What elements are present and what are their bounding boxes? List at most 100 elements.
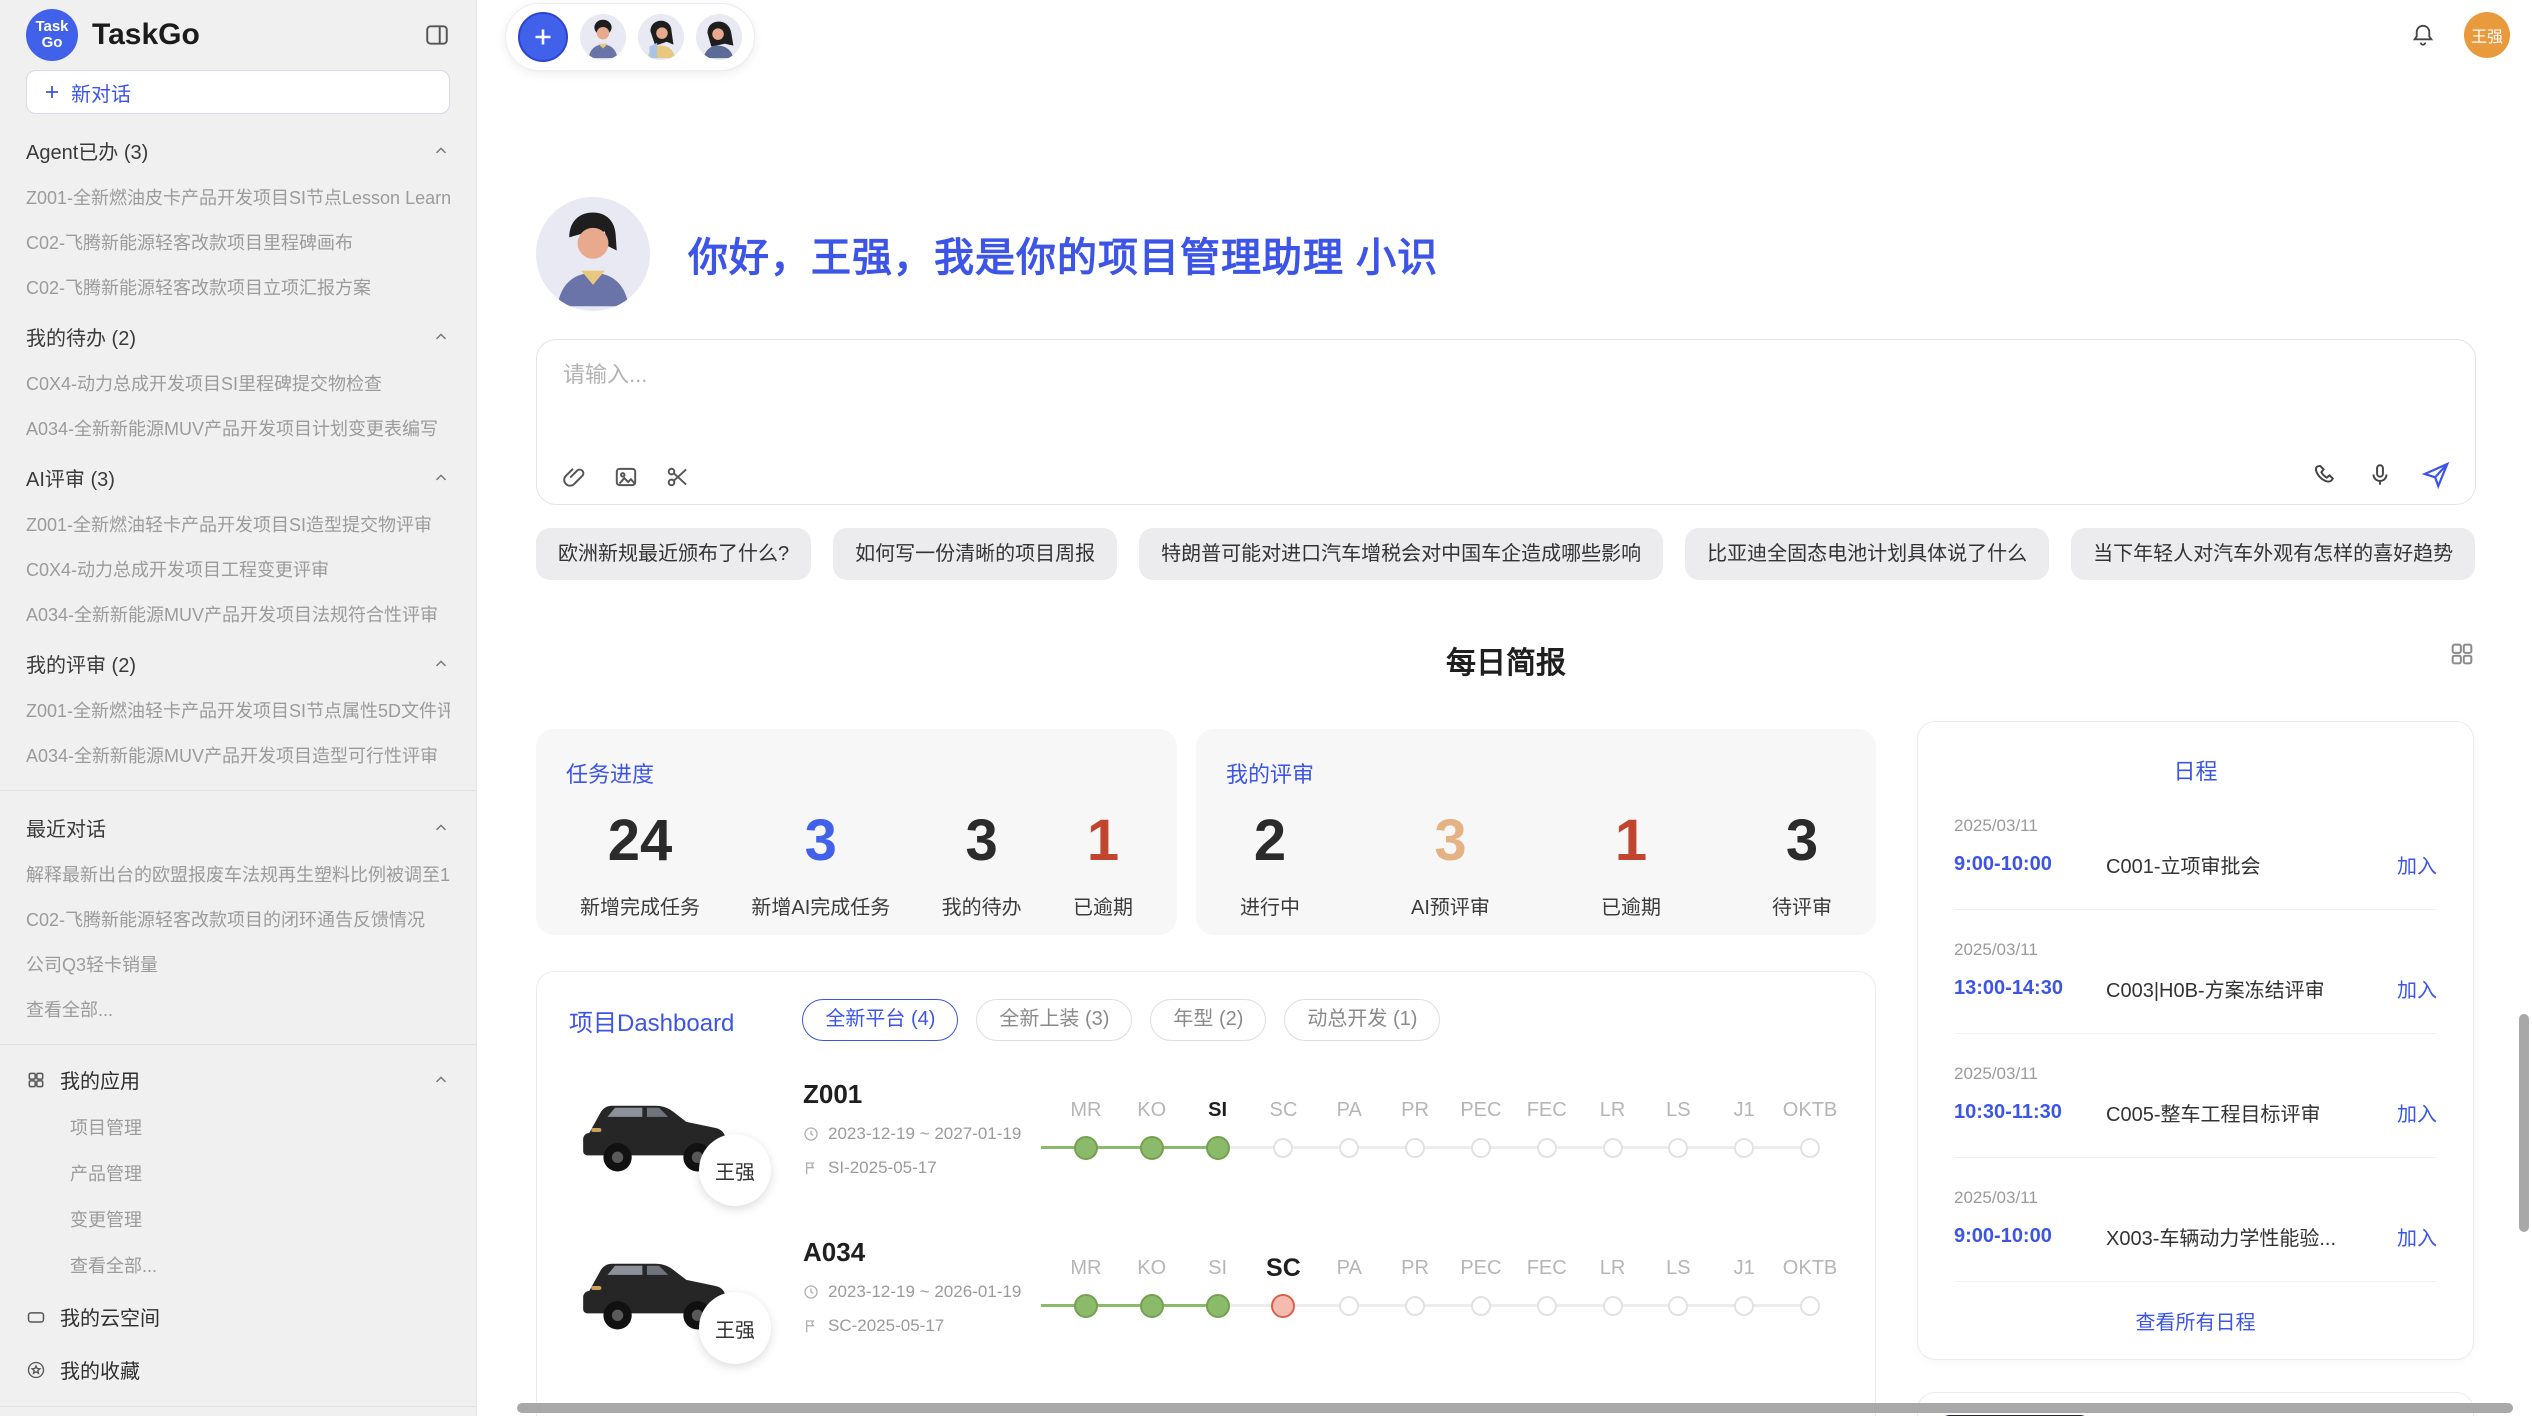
project-row-a034[interactable]: 王强 A034 2023-12-19 ~ 2026-01-19	[569, 1220, 1843, 1352]
add-agent-button[interactable]	[518, 12, 568, 62]
vertical-scrollbar[interactable]	[2519, 1014, 2529, 1232]
milestone-dot	[1537, 1296, 1557, 1316]
schedule-item: 2025/03/11 9:00-10:00 C001-立项审批会 加入	[1954, 786, 2437, 910]
chat-input[interactable]	[563, 362, 1920, 388]
sidebar-item[interactable]: C02-飞腾新能源轻客改款项目里程碑画布	[26, 229, 450, 255]
scissors-icon[interactable]	[665, 464, 691, 490]
milestone-node: FEC	[1514, 1096, 1580, 1160]
daily-briefing-header: 每日简报	[536, 638, 2476, 676]
filter-all-new-platform[interactable]: 全新平台 (4)	[802, 999, 958, 1041]
dashboard-header: 项目Dashboard 全新平台 (4) 全新上装 (3) 年型 (2) 动总开…	[569, 998, 1843, 1042]
sidebar-item[interactable]: C0X4-动力总成开发项目工程变更评审	[26, 556, 450, 582]
section-my-todo[interactable]: 我的待办 (2)	[26, 322, 450, 351]
join-meeting-link[interactable]: 加入	[2397, 1098, 2437, 1127]
briefing-row: 任务进度 24 新增完成任务 3 新增AI完成任务	[536, 721, 2476, 1416]
collapse-sidebar-icon[interactable]	[424, 22, 450, 48]
recent-chat-item[interactable]: 解释最新出台的欧盟报废车法规再生塑料比例被调至15%...	[26, 861, 450, 887]
milestone-dot-done	[1074, 1136, 1098, 1160]
plus-icon	[531, 25, 555, 49]
my-review-title: 我的评审	[1226, 757, 1846, 789]
my-review-card: 我的评审 2 进行中 3 AI预评审	[1196, 729, 1876, 935]
join-meeting-link[interactable]: 加入	[2397, 974, 2437, 1003]
horizontal-scrollbar[interactable]	[517, 1403, 2513, 1413]
stat-value: 3	[1411, 809, 1490, 873]
sidebar-item[interactable]: A034-全新新能源MUV产品开发项目法规符合性评审	[26, 601, 450, 627]
join-meeting-link[interactable]: 加入	[2397, 1222, 2437, 1251]
image-icon[interactable]	[613, 464, 639, 490]
milestone-dot-done	[1140, 1294, 1164, 1318]
new-chat-button[interactable]: 新对话	[26, 70, 450, 114]
section-title: 最近对话	[26, 813, 106, 842]
my-favorites[interactable]: 我的收藏	[26, 1355, 450, 1384]
view-all-schedule-link[interactable]: 查看所有日程	[1954, 1282, 2437, 1353]
recent-chat-item[interactable]: C02-飞腾新能源轻客改款项目的闭环通告反馈情况	[26, 906, 450, 932]
agent-avatar-1[interactable]	[580, 14, 626, 60]
suggestion-chip[interactable]: 当下年轻人对汽车外观有怎样的喜好趋势	[2071, 528, 2475, 580]
milestone-node: LR	[1580, 1096, 1646, 1160]
stat-label: 我的待办	[942, 891, 1022, 920]
filter-year-model[interactable]: 年型 (2)	[1150, 999, 1266, 1041]
milestone-node: J1	[1711, 1096, 1777, 1160]
suggestion-chip[interactable]: 如何写一份清晰的项目周报	[833, 528, 1117, 580]
suggestion-chip[interactable]: 欧洲新规最近颁布了什么?	[536, 528, 811, 580]
user-avatar[interactable]: 王强	[2464, 12, 2510, 58]
sidebar-item[interactable]: A034-全新新能源MUV产品开发项目造型可行性评审	[26, 742, 450, 768]
star-circle-icon	[26, 1360, 46, 1380]
agent-avatar-2[interactable]	[638, 14, 684, 60]
phone-icon[interactable]	[2313, 462, 2339, 488]
milestone-dot-done	[1140, 1136, 1164, 1160]
suggestion-chip[interactable]: 比亚迪全固态电池计划具体说了什么	[1685, 528, 2049, 580]
agent-avatar-3[interactable]	[696, 14, 742, 60]
attachment-icon[interactable]	[561, 464, 587, 490]
send-icon[interactable]	[2421, 460, 2451, 490]
join-meeting-link[interactable]: 加入	[2397, 850, 2437, 879]
section-ai-review[interactable]: AI评审 (3)	[26, 463, 450, 492]
stat-my-todo: 3 我的待办	[942, 809, 1022, 920]
filter-powertrain[interactable]: 动总开发 (1)	[1284, 999, 1440, 1041]
agent-crew-bar	[505, 3, 755, 71]
layout-grid-icon[interactable]	[2448, 640, 2476, 673]
filter-new-top[interactable]: 全新上装 (3)	[976, 999, 1132, 1041]
project-row-z001[interactable]: 王强 Z001 2023-12-19 ~ 2027-01-19	[569, 1062, 1843, 1194]
chevron-up-icon	[432, 142, 450, 160]
stat-label: 已逾期	[1601, 891, 1661, 920]
microphone-icon[interactable]	[2367, 462, 2393, 488]
recent-chat-item[interactable]: 公司Q3轻卡销量	[26, 951, 450, 977]
project-date-range: 2023-12-19 ~ 2026-01-19	[828, 1282, 1021, 1302]
sidebar-item[interactable]: Z001-全新燃油皮卡产品开发项目SI节点Lesson Learn报告	[26, 184, 450, 210]
plus-icon	[43, 83, 61, 101]
milestone-dot	[1800, 1296, 1820, 1316]
clock-icon	[803, 1284, 819, 1300]
section-recent-chats[interactable]: 最近对话	[26, 813, 450, 842]
my-cloud-space[interactable]: 我的云空间	[26, 1302, 450, 1331]
sidebar-item[interactable]: A034-全新新能源MUV产品开发项目计划变更表编写	[26, 415, 450, 441]
section-my-review[interactable]: 我的评审 (2)	[26, 649, 450, 678]
stats-row: 任务进度 24 新增完成任务 3 新增AI完成任务	[536, 729, 1876, 935]
project-car-image: 王强	[569, 1068, 741, 1188]
apps-view-all[interactable]: 查看全部...	[70, 1252, 450, 1278]
chat-input-box[interactable]	[536, 339, 2476, 505]
my-apps-header[interactable]: 我的应用	[26, 1065, 450, 1094]
sidebar-item[interactable]: Z001-全新燃油轻卡产品开发项目SI节点属性5D文件评审	[26, 697, 450, 723]
sidebar-item[interactable]: C02-飞腾新能源轻客改款项目立项汇报方案	[26, 274, 450, 300]
recent-view-all[interactable]: 查看全部...	[26, 996, 450, 1022]
schedule-date: 2025/03/11	[1954, 940, 2437, 960]
input-actions	[2313, 460, 2451, 490]
app-item-change-mgmt[interactable]: 变更管理	[70, 1206, 450, 1232]
sidebar-item[interactable]: C0X4-动力总成开发项目SI里程碑提交物检查	[26, 370, 450, 396]
notification-bell-icon[interactable]	[2410, 22, 2436, 48]
app-item-project-mgmt[interactable]: 项目管理	[70, 1114, 450, 1140]
sidebar-item[interactable]: Z001-全新燃油轻卡产品开发项目SI造型提交物评审	[26, 511, 450, 537]
stat-value: 1	[1073, 809, 1133, 873]
project-node-label: SI-2025-05-17	[828, 1158, 937, 1178]
stat-label: AI预评审	[1411, 891, 1490, 920]
project-info: A034 2023-12-19 ~ 2026-01-19 SC-2025-05-…	[803, 1237, 1047, 1336]
section-agent-done[interactable]: Agent已办 (3)	[26, 136, 450, 165]
milestone-dot	[1668, 1138, 1688, 1158]
suggestion-chip[interactable]: 特朗普可能对进口汽车增税会对中国车企造成哪些影响	[1139, 528, 1663, 580]
app-item-product-mgmt[interactable]: 产品管理	[70, 1160, 450, 1186]
topbar-right: 王强	[2410, 12, 2510, 58]
stat-new-done: 24 新增完成任务	[580, 809, 700, 920]
milestone-node: LS	[1645, 1254, 1711, 1318]
attach-toolbar	[561, 464, 691, 490]
